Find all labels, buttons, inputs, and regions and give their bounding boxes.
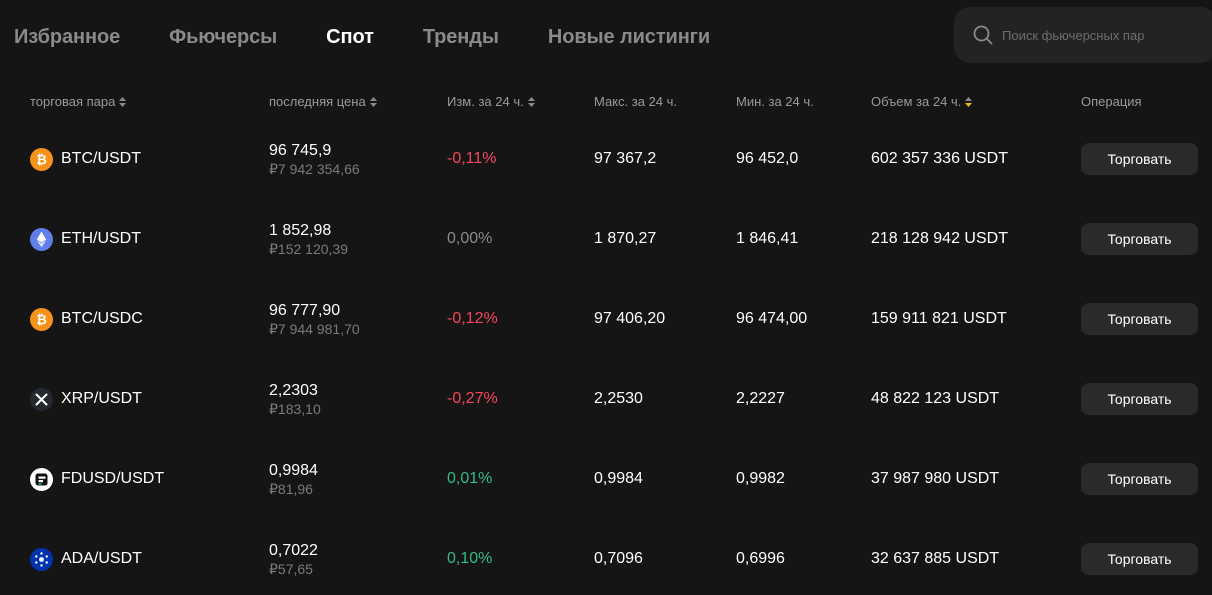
last-price: 96 777,90 <box>269 301 341 319</box>
tab-futures[interactable]: Фьючерсы <box>169 26 277 49</box>
volume-24h: 32 637 885 USDT <box>871 550 1000 567</box>
table-row[interactable]: ETH/USDT 1 852,98 ₽152 120,39 0,00% 1 87… <box>0 199 1212 279</box>
change-24h: -0,27% <box>447 390 498 407</box>
pair-name[interactable]: ETH/USDT <box>61 230 141 248</box>
price-rub: ₽57,65 <box>269 560 313 577</box>
cardano-icon <box>30 547 53 571</box>
pair-name[interactable]: FDUSD/USDT <box>61 470 164 488</box>
pair-name[interactable]: ADA/USDT <box>61 550 142 568</box>
last-price: 1 852,98 <box>269 221 332 239</box>
sort-icon <box>369 96 377 107</box>
header-low: Мин. за 24 ч. <box>736 94 814 109</box>
volume-24h: 159 911 821 USDT <box>871 310 1007 327</box>
price-rub: ₽152 120,39 <box>269 240 348 257</box>
trade-button[interactable]: Торговать <box>1081 383 1198 415</box>
volume-24h: 37 987 980 USDT <box>871 470 1000 487</box>
low-24h: 96 474,00 <box>736 310 808 327</box>
search-box[interactable] <box>954 7 1212 63</box>
trade-button[interactable]: Торговать <box>1081 543 1198 575</box>
tab-new-listings[interactable]: Новые листинги <box>548 26 710 49</box>
tab-spot[interactable]: Спот <box>326 26 374 49</box>
table-header: торговая пара последняя цена Изм. за 24 … <box>0 94 1212 112</box>
last-price: 0,7022 <box>269 541 318 559</box>
tab-trends[interactable]: Тренды <box>423 26 499 49</box>
xrp-icon <box>30 387 53 411</box>
table-row[interactable]: FDUSD/USDT 0,9984 ₽81,96 0,01% 0,9984 0,… <box>0 439 1212 519</box>
high-24h: 0,9984 <box>594 470 643 487</box>
pair-name[interactable]: BTC/USDC <box>61 310 143 328</box>
table-row[interactable]: ₿ BTC/USDC 96 777,90 ₽7 944 981,70 -0,12… <box>0 279 1212 359</box>
change-24h: -0,11% <box>447 150 497 167</box>
search-icon <box>972 24 994 46</box>
low-24h: 1 846,41 <box>736 230 799 247</box>
trade-button[interactable]: Торговать <box>1081 463 1198 495</box>
trade-button[interactable]: Торговать <box>1081 143 1198 175</box>
high-24h: 2,2530 <box>594 390 643 407</box>
high-24h: 1 870,27 <box>594 230 657 247</box>
low-24h: 0,9982 <box>736 470 785 487</box>
change-24h: 0,01% <box>447 470 493 487</box>
header-operation: Операция <box>1081 94 1142 109</box>
sort-icon <box>119 96 127 107</box>
price-rub: ₽81,96 <box>269 480 313 497</box>
price-rub: ₽7 942 354,66 <box>269 160 360 177</box>
bitcoin-icon: ₿ <box>30 307 53 331</box>
volume-24h: 48 822 123 USDT <box>871 390 1000 407</box>
fdusd-icon <box>30 467 53 491</box>
sort-icon <box>527 96 535 107</box>
high-24h: 97 406,20 <box>594 310 666 327</box>
svg-text:₿: ₿ <box>36 153 47 168</box>
volume-24h: 602 357 336 USDT <box>871 150 1008 167</box>
change-24h: -0,12% <box>447 310 498 327</box>
header-volume[interactable]: Объем за 24 ч. <box>871 94 973 109</box>
low-24h: 2,2227 <box>736 390 785 407</box>
low-24h: 96 452,0 <box>736 150 799 167</box>
table-row[interactable]: ADA/USDT 0,7022 ₽57,65 0,10% 0,7096 0,69… <box>0 519 1212 595</box>
table-row[interactable]: ₿ BTC/USDT 96 745,9 ₽7 942 354,66 -0,11%… <box>0 119 1212 199</box>
high-24h: 0,7096 <box>594 550 643 567</box>
sort-active-icon <box>965 96 973 107</box>
svg-text:₿: ₿ <box>36 313 47 328</box>
header-pair[interactable]: торговая пара <box>30 94 127 109</box>
tab-favorites[interactable]: Избранное <box>14 26 120 49</box>
high-24h: 97 367,2 <box>594 150 657 167</box>
pair-name[interactable]: BTC/USDT <box>61 150 141 168</box>
table-row[interactable]: XRP/USDT 2,2303 ₽183,10 -0,27% 2,2530 2,… <box>0 359 1212 439</box>
header-high: Макс. за 24 ч. <box>594 94 678 109</box>
header-change[interactable]: Изм. за 24 ч. <box>447 94 535 109</box>
change-24h: 0,00% <box>447 230 493 247</box>
trade-button[interactable]: Торговать <box>1081 223 1198 255</box>
bitcoin-icon: ₿ <box>30 147 53 171</box>
price-rub: ₽183,10 <box>269 400 321 417</box>
search-input[interactable] <box>1002 27 1202 43</box>
low-24h: 0,6996 <box>736 550 785 567</box>
last-price: 96 745,9 <box>269 141 332 159</box>
pair-name[interactable]: XRP/USDT <box>61 390 142 408</box>
trade-button[interactable]: Торговать <box>1081 303 1198 335</box>
market-tabs: Избранное Фьючерсы Спот Тренды Новые лис… <box>14 24 759 50</box>
markets-page: Избранное Фьючерсы Спот Тренды Новые лис… <box>0 0 1212 595</box>
volume-24h: 218 128 942 USDT <box>871 230 1008 247</box>
change-24h: 0,10% <box>447 550 493 567</box>
last-price: 0,9984 <box>269 461 318 479</box>
last-price: 2,2303 <box>269 381 318 399</box>
price-rub: ₽7 944 981,70 <box>269 320 360 337</box>
header-price[interactable]: последняя цена <box>269 94 377 109</box>
ethereum-icon <box>30 227 53 251</box>
